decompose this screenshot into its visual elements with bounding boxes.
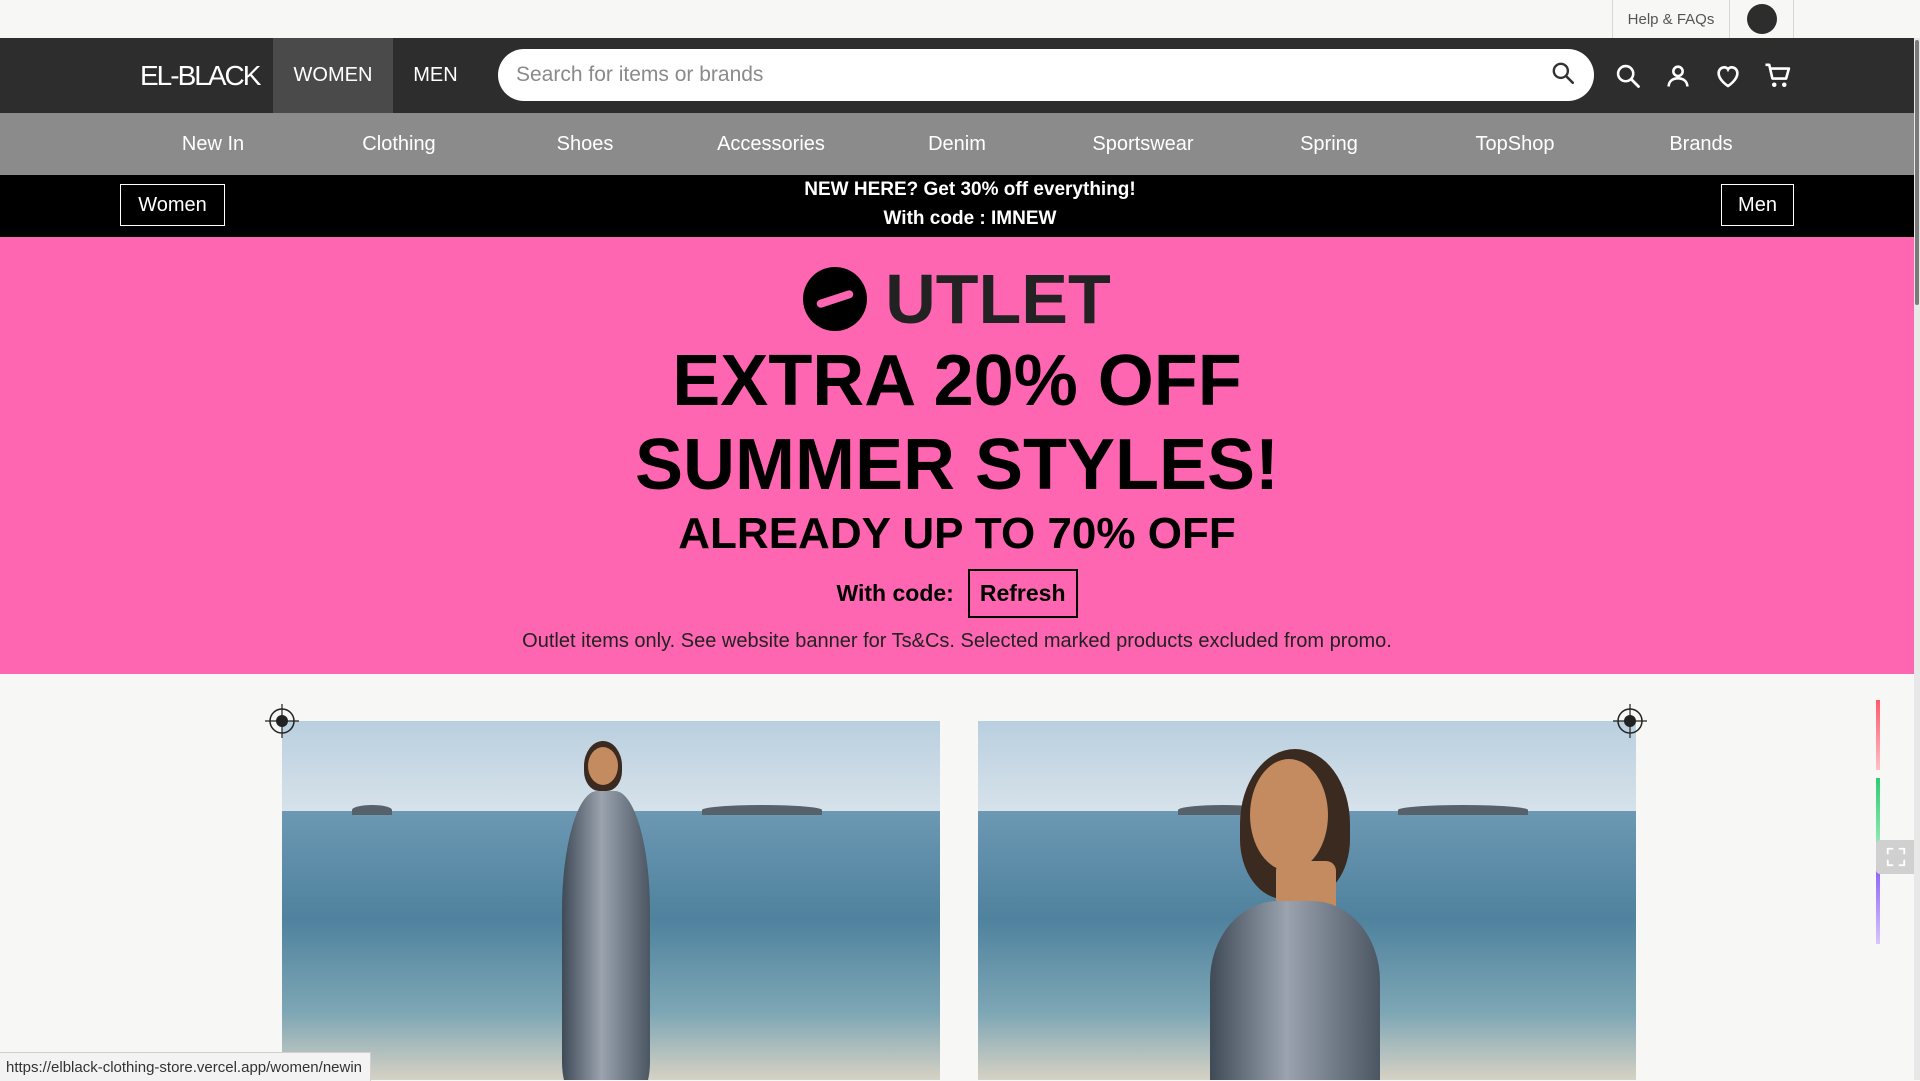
country-selector[interactable] [1730, 0, 1794, 38]
promo-code-line: With code : IMNEW [883, 208, 1057, 229]
nav-topshop[interactable]: TopShop [1476, 113, 1555, 175]
search-icon[interactable] [1608, 56, 1648, 96]
nav-denim[interactable]: Denim [928, 113, 986, 175]
nav-new-in[interactable]: New In [182, 113, 244, 175]
help-faqs-link[interactable]: Help & FAQs [1612, 0, 1730, 38]
hero-line-summer-styles: SUMMER STYLES! [634, 425, 1280, 505]
promo-headline: NEW HERE? Get 30% off everything! [804, 179, 1136, 200]
cart-icon[interactable] [1758, 56, 1798, 96]
site-header: EL-BLACK WOMEN MEN [0, 38, 1920, 113]
fullscreen-icon[interactable] [1876, 840, 1916, 874]
crosshair-marker-icon[interactable] [265, 704, 299, 738]
account-icon[interactable] [1658, 56, 1698, 96]
hero-line-extra-off: EXTRA 20% OFF [672, 341, 1242, 421]
tab-women[interactable]: WOMEN [273, 38, 393, 113]
model-head [1250, 759, 1328, 871]
color-indicator-red [1876, 700, 1880, 770]
model-metallic-dress [562, 791, 650, 1080]
outlet-heading: UTLET [0, 259, 1914, 339]
wishlist-heart-icon[interactable] [1708, 56, 1748, 96]
country-flag-icon [1746, 4, 1777, 34]
tab-men[interactable]: MEN [393, 38, 478, 113]
photo-island [1398, 805, 1528, 815]
search-bar [498, 49, 1594, 101]
nav-shoes[interactable]: Shoes [557, 113, 614, 175]
category-nav: New In Clothing Shoes Accessories Denim … [0, 113, 1920, 175]
hero-terms-note: Outlet items only. See website banner fo… [522, 630, 1392, 652]
promo-strip: Women NEW HERE? Get 30% off everything! … [0, 175, 1920, 237]
color-indicator-purple [1876, 864, 1880, 944]
product-image-1[interactable] [282, 721, 940, 1080]
nav-clothing[interactable]: Clothing [362, 113, 435, 175]
promo-code-box[interactable]: Refresh [967, 569, 1078, 618]
search-input[interactable] [514, 62, 1550, 88]
outlet-word: UTLET [885, 260, 1111, 338]
nav-accessories[interactable]: Accessories [717, 113, 825, 175]
nav-sportswear[interactable]: Sportswear [1092, 113, 1193, 175]
model-metallic-halter-top [1210, 901, 1380, 1080]
model-head [588, 747, 618, 785]
crosshair-marker-icon[interactable] [1613, 704, 1647, 738]
code-label: With code: [836, 580, 954, 606]
product-image-2[interactable] [978, 721, 1636, 1080]
nav-spring[interactable]: Spring [1300, 113, 1358, 175]
photo-island [702, 805, 822, 815]
outlet-o-logo-icon [803, 267, 868, 331]
hero-line-up-to-70: ALREADY UP TO 70% OFF [678, 509, 1236, 558]
brand-logo[interactable]: EL-BLACK [140, 38, 261, 113]
utility-bar: Help & FAQs [0, 0, 1920, 39]
nav-brands[interactable]: Brands [1669, 113, 1732, 175]
photo-island [352, 805, 392, 815]
scrollbar-thumb[interactable] [1915, 40, 1919, 305]
hero-code-row: With code: Refresh [0, 569, 1914, 618]
search-submit-icon[interactable] [1550, 60, 1576, 91]
outlet-hero-banner[interactable]: UTLET EXTRA 20% OFF SUMMER STYLES! ALREA… [0, 237, 1914, 674]
men-promo-button[interactable]: Men [1721, 184, 1794, 226]
status-bar-url: https://elblack-clothing-store.vercel.ap… [0, 1052, 372, 1081]
